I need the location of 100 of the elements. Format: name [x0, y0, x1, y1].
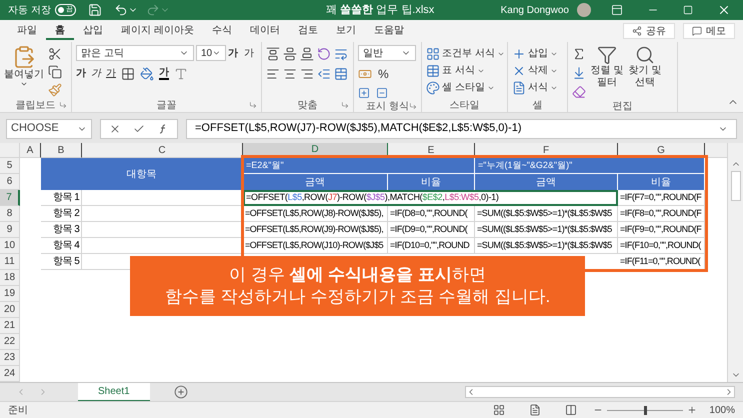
name-box[interactable]: CHOOSE	[6, 118, 92, 138]
fill-color-icon[interactable]	[140, 66, 154, 80]
row-header[interactable]: 9	[0, 222, 20, 238]
row-header[interactable]: 8	[0, 206, 20, 222]
launcher-icon[interactable]	[409, 102, 417, 110]
zoom-level[interactable]: 100%	[709, 402, 735, 418]
underline-button[interactable]: 가	[106, 66, 116, 81]
cells-button[interactable]: 삽입	[512, 45, 558, 62]
merge-icon[interactable]	[334, 67, 348, 81]
copy-icon[interactable]	[48, 65, 62, 79]
horizontal-scrollbar[interactable]	[465, 386, 735, 398]
cut-icon[interactable]	[48, 47, 62, 61]
borders-icon[interactable]	[121, 66, 135, 80]
grow-font-button[interactable]: 가	[228, 46, 238, 60]
scroll-thumb[interactable]	[730, 171, 740, 201]
page-break-icon[interactable]	[565, 404, 578, 416]
row-header[interactable]: 20	[0, 302, 20, 318]
font-name-field[interactable]: 맑은 고딕	[76, 45, 194, 61]
ribbon-tab[interactable]: 검토	[288, 22, 327, 40]
undo-icon[interactable]	[114, 3, 128, 17]
row-header[interactable]: 5	[0, 158, 20, 174]
table-cell: =IF(D9=0,"",ROUND(	[388, 222, 475, 238]
row-header[interactable]: 23	[0, 350, 20, 366]
currency-icon[interactable]	[358, 67, 372, 81]
cells-button[interactable]: 서식	[512, 79, 558, 96]
avatar[interactable]	[577, 3, 591, 17]
align-middle-icon[interactable]	[283, 47, 297, 61]
ribbon-tab[interactable]: 보기	[326, 22, 365, 40]
italic-button[interactable]: 가	[91, 66, 101, 81]
formula-field[interactable]: =OFFSET(L$5,ROW(J7)-ROW($J$5),MATCH($E$2,L$5:W$5,0)-1)	[186, 118, 737, 138]
decrease-decimal-icon[interactable]	[376, 87, 388, 99]
align-left-icon[interactable]	[266, 67, 280, 81]
row-header[interactable]: 19	[0, 286, 20, 302]
row-header[interactable]: 21	[0, 318, 20, 334]
align-center-icon[interactable]	[283, 67, 297, 81]
table-cell: =IF(F8=0,"",ROUND(F	[618, 206, 705, 222]
row-header[interactable]: 10	[0, 238, 20, 254]
ribbon-tab[interactable]: 도움말	[364, 22, 413, 40]
share-button[interactable]: 공유	[623, 23, 675, 39]
wrap-text-icon[interactable]	[334, 47, 348, 61]
percent-button[interactable]: %	[378, 65, 389, 83]
phonetic-icon[interactable]	[174, 66, 188, 80]
paste-button[interactable]: 붙여넣기	[4, 45, 44, 88]
find-select-button[interactable]: 찾기 및 선택	[628, 45, 662, 89]
row-header[interactable]: 24	[0, 366, 20, 382]
save-icon[interactable]	[88, 3, 102, 17]
comment-button[interactable]: 메모	[683, 23, 735, 39]
table-icon	[426, 64, 440, 78]
font-color-button[interactable]: 가	[159, 67, 169, 80]
cells-button[interactable]: 삭제	[512, 62, 558, 79]
row-header[interactable]: 22	[0, 334, 20, 350]
table-cell: 항목 4	[41, 238, 82, 254]
column-header[interactable]: C	[82, 143, 243, 158]
align-top-icon[interactable]	[266, 47, 280, 61]
number-format-field[interactable]: 일반	[358, 45, 416, 61]
sum-icon[interactable]	[572, 47, 586, 61]
zoom-slider-thumb[interactable]	[644, 406, 648, 414]
column-header[interactable]: A	[20, 143, 41, 158]
sheet-tab[interactable]: Sheet1	[78, 382, 150, 402]
sort-filter-button[interactable]: 정렬 및 필터	[590, 45, 624, 89]
increase-decimal-icon[interactable]	[358, 87, 370, 99]
style-button[interactable]: 조건부 서식	[426, 45, 505, 62]
vertical-scrollbar[interactable]	[727, 143, 743, 382]
ribbon-tab[interactable]: 데이터	[240, 22, 289, 40]
row-header[interactable]: 11	[0, 254, 20, 270]
bold-button[interactable]: 가	[76, 66, 86, 81]
row-header[interactable]: 18	[0, 270, 20, 286]
style-button[interactable]: 셀 스타일	[426, 79, 505, 96]
zoom-in-icon[interactable]	[687, 405, 698, 415]
clear-icon[interactable]	[572, 85, 586, 99]
ribbon-tab[interactable]: 홈	[46, 22, 74, 40]
launcher-icon[interactable]	[341, 101, 349, 109]
launcher-icon[interactable]	[249, 101, 257, 109]
normal-view-icon[interactable]	[493, 404, 506, 416]
add-sheet-icon[interactable]	[174, 385, 188, 399]
font-size-field[interactable]: 10	[196, 45, 226, 61]
ribbon-tab[interactable]: 페이지 레이아웃	[112, 22, 203, 40]
indent-decrease-icon[interactable]	[317, 67, 331, 81]
style-button[interactable]: 표 서식	[426, 62, 505, 79]
cancel-icon[interactable]	[109, 122, 121, 134]
column-header[interactable]	[705, 143, 727, 158]
ribbon-tab[interactable]: 수식	[202, 22, 241, 40]
fill-icon[interactable]	[572, 66, 586, 80]
table-header-cell: 비율	[618, 174, 705, 190]
orientation-icon[interactable]	[317, 47, 331, 61]
ribbon-tab[interactable]: 삽입	[74, 22, 112, 40]
ribbon-display-icon[interactable]	[611, 4, 623, 16]
column-header[interactable]: B	[41, 143, 82, 158]
align-bottom-icon[interactable]	[300, 47, 314, 61]
row-header[interactable]: 7	[0, 190, 20, 206]
close-icon[interactable]	[717, 3, 731, 17]
editing-cell[interactable]: =OFFSET(L$5,ROW(J7)-ROW($J$5),MATCH($E$2,L$5:W$5,0)-1)	[243, 190, 618, 206]
row-header[interactable]: 6	[0, 174, 20, 190]
enter-icon[interactable]	[133, 122, 145, 134]
ribbon-tab[interactable]: 파일	[8, 22, 46, 40]
maximize-icon[interactable]	[683, 5, 693, 15]
align-right-icon[interactable]	[300, 67, 314, 81]
page-layout-icon[interactable]	[529, 404, 542, 416]
launcher-icon[interactable]	[59, 101, 67, 109]
shrink-font-button[interactable]: 가	[244, 46, 254, 60]
